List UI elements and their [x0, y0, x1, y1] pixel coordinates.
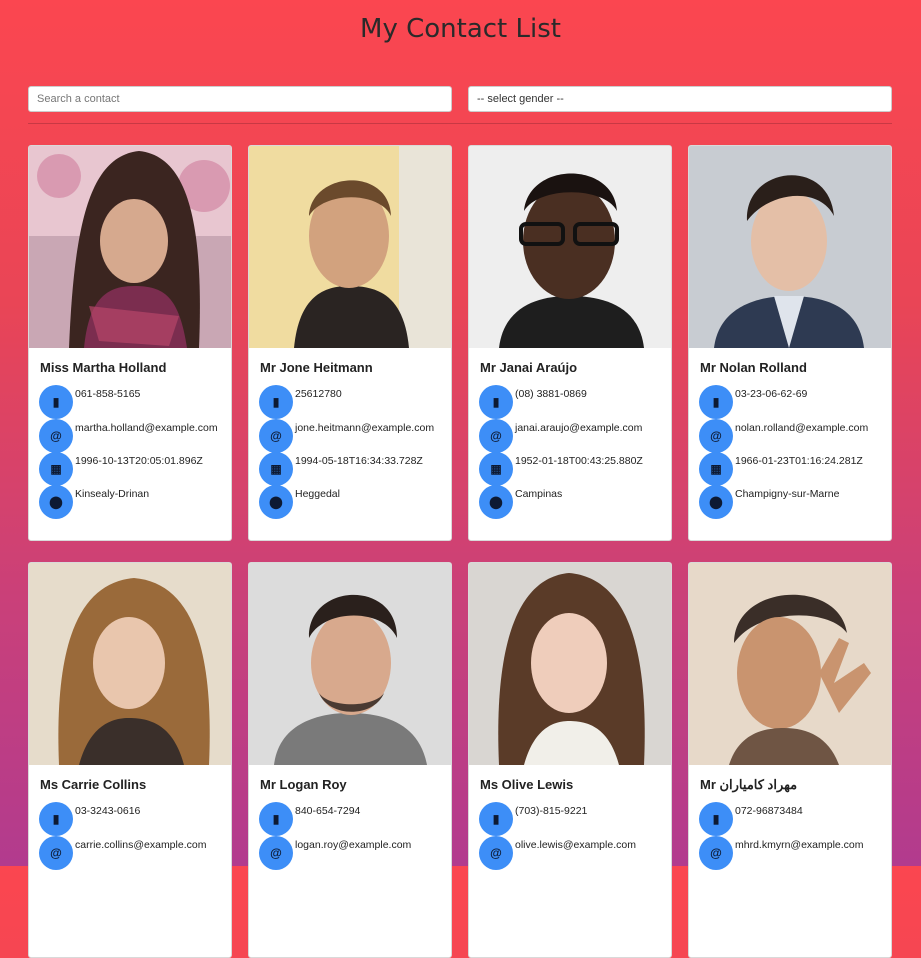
at-icon: @ [39, 419, 73, 453]
location-pin-icon: ⬤ [479, 485, 513, 519]
contact-name: Mr Janai Araújo [480, 360, 578, 375]
contact-photo [29, 563, 231, 765]
contact-phone: 061-858-5165 [75, 388, 141, 400]
contact-photo [249, 563, 451, 765]
phone-icon: ▮ [479, 385, 513, 419]
at-icon: @ [479, 419, 513, 453]
contact-phone: (703)-815-9221 [515, 805, 588, 817]
contact-card[interactable]: Ms Carrie Collins ▮ 03-3243-0616 @ carri… [28, 562, 232, 958]
contact-name: Mr مهراد کامیاران [700, 777, 798, 792]
contact-email: martha.holland@example.com [75, 422, 218, 434]
contact-city: Campinas [515, 488, 563, 500]
page-title: My Contact List [360, 14, 561, 44]
at-icon: @ [259, 836, 293, 870]
contact-card[interactable]: Mr Janai Araújo ▮ (08) 3881-0869 @ janai… [468, 145, 672, 541]
calendar-icon: ▦ [699, 452, 733, 486]
contact-dob: 1966-01-23T01:16:24.281Z [735, 455, 863, 467]
location-pin-icon: ⬤ [39, 485, 73, 519]
contact-email: jone.heitmann@example.com [295, 422, 435, 434]
at-icon: @ [699, 836, 733, 870]
location-pin-icon: ⬤ [259, 485, 293, 519]
contact-name: Mr Nolan Rolland [700, 360, 807, 375]
contact-phone: (08) 3881-0869 [515, 388, 587, 400]
contact-photo [469, 563, 671, 765]
calendar-icon: ▦ [39, 452, 73, 486]
phone-icon: ▮ [39, 385, 73, 419]
contact-name: Mr Jone Heitmann [260, 360, 373, 375]
contact-email: nolan.rolland@example.com [735, 422, 869, 434]
divider [28, 123, 892, 124]
contact-phone: 03-23-06-62-69 [735, 388, 808, 400]
phone-icon: ▮ [479, 802, 513, 836]
contact-phone: 072-96873484 [735, 805, 803, 817]
contact-city: Champigny-sur-Marne [735, 488, 840, 500]
contact-photo [689, 146, 891, 348]
contact-phone: 840-654-7294 [295, 805, 361, 817]
contact-dob: 1996-10-13T20:05:01.896Z [75, 455, 203, 467]
contact-email: janai.araujo@example.com [515, 422, 643, 434]
contact-name: Ms Olive Lewis [480, 777, 574, 792]
contact-phone: 25612780 [295, 388, 342, 400]
at-icon: @ [699, 419, 733, 453]
contact-card[interactable]: Miss Martha Holland ▮ 061-858-5165 @ mar… [28, 145, 232, 541]
contact-email: olive.lewis@example.com [515, 839, 636, 851]
at-icon: @ [259, 419, 293, 453]
contact-card[interactable]: Ms Olive Lewis ▮ (703)-815-9221 @ olive.… [468, 562, 672, 958]
gender-select[interactable]: -- select gender -- [468, 86, 892, 112]
contact-email: carrie.collins@example.com [75, 839, 207, 851]
contact-card[interactable]: Mr مهراد کامیاران ▮ 072-96873484 @ mhrd.… [688, 562, 892, 958]
contact-card[interactable]: Mr Jone Heitmann ▮ 25612780 @ jone.heitm… [248, 145, 452, 541]
at-icon: @ [39, 836, 73, 870]
search-input[interactable]: Search a contact [28, 86, 452, 112]
at-icon: @ [479, 836, 513, 870]
phone-icon: ▮ [699, 385, 733, 419]
contact-card[interactable]: Mr Logan Roy ▮ 840-654-7294 @ logan.roy@… [248, 562, 452, 958]
calendar-icon: ▦ [259, 452, 293, 486]
contact-name: Mr Logan Roy [260, 777, 347, 792]
contact-dob: 1952-01-18T00:43:25.880Z [515, 455, 643, 467]
contact-name: Miss Martha Holland [40, 360, 167, 375]
contact-photo [689, 563, 891, 765]
contact-city: Heggedal [295, 488, 340, 500]
contact-name: Ms Carrie Collins [40, 777, 147, 792]
calendar-icon: ▦ [479, 452, 513, 486]
phone-icon: ▮ [259, 802, 293, 836]
phone-icon: ▮ [39, 802, 73, 836]
contact-phone: 03-3243-0616 [75, 805, 141, 817]
phone-icon: ▮ [259, 385, 293, 419]
contact-photo [29, 146, 231, 348]
location-pin-icon: ⬤ [699, 485, 733, 519]
contact-dob: 1994-05-18T16:34:33.728Z [295, 455, 423, 467]
phone-icon: ▮ [699, 802, 733, 836]
contact-card[interactable]: Mr Nolan Rolland ▮ 03-23-06-62-69 @ nola… [688, 145, 892, 541]
contact-email: mhrd.kmyrn@example.com [735, 839, 864, 851]
contact-photo [469, 146, 671, 348]
contact-photo [249, 146, 451, 348]
contact-city: Kinsealy-Drinan [75, 488, 150, 500]
contact-email: logan.roy@example.com [295, 839, 412, 851]
